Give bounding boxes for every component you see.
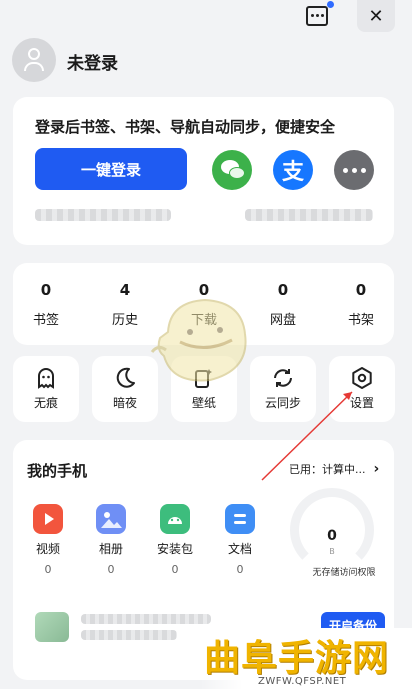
watermark-url: ZWFW.QFSP.NET — [258, 676, 347, 687]
storage-gauge-unit: B — [329, 547, 335, 556]
close-icon: ✕ — [368, 5, 384, 27]
album-icon — [96, 504, 126, 534]
blurred-backup-subtext — [81, 630, 177, 640]
wechat-login-icon[interactable] — [212, 150, 252, 190]
login-card: 登录后书签、书架、导航自动同步，便捷安全 一键登录 支 — [13, 97, 394, 245]
backup-thumbnail — [35, 612, 69, 642]
blurred-backup-text — [81, 614, 211, 624]
storage-gauge-value: 0 — [327, 528, 337, 544]
ghost-icon — [34, 366, 58, 390]
app-album[interactable]: 相册 0 — [86, 504, 136, 576]
blurred-phone-number — [35, 209, 171, 221]
close-button[interactable]: ✕ — [357, 0, 395, 32]
settings-icon — [350, 366, 374, 390]
video-icon — [33, 504, 63, 534]
blurred-agreement-text — [245, 209, 373, 221]
settings-button[interactable]: 设置 — [329, 356, 395, 422]
my-phone-title: 我的手机 — [27, 462, 88, 480]
avatar[interactable] — [12, 38, 56, 82]
storage-used-link[interactable]: 已用：计算中... › — [289, 461, 379, 477]
stat-bookshelf[interactable]: 0 书架 — [331, 281, 391, 328]
login-description: 登录后书签、书架、导航自动同步，便捷安全 — [35, 118, 336, 136]
moon-icon — [113, 366, 137, 390]
chevron-right-icon: › — [373, 461, 380, 477]
app-packages[interactable]: 安装包 0 — [150, 504, 200, 576]
app-video[interactable]: 视频 0 — [23, 504, 73, 576]
sync-icon — [271, 366, 295, 390]
storage-permission-note[interactable]: 无存储访问权限 — [296, 565, 392, 578]
mascot-watermark — [150, 298, 247, 382]
stat-bookmarks[interactable]: 0 书签 — [16, 281, 76, 328]
incognito-button[interactable]: 无痕 — [13, 356, 79, 422]
alipay-login-icon[interactable]: 支 — [273, 150, 313, 190]
night-mode-button[interactable]: 暗夜 — [92, 356, 158, 422]
username-label[interactable]: 未登录 — [67, 49, 118, 74]
package-icon — [160, 504, 190, 534]
unread-dot — [327, 1, 334, 8]
document-icon — [225, 504, 255, 534]
watermark-logo-text: 曲阜手游网 — [204, 638, 390, 679]
messages-icon[interactable] — [304, 1, 334, 28]
stat-history[interactable]: 4 历史 — [95, 281, 155, 328]
alipay-glyph: 支 — [281, 160, 304, 185]
one-click-login-button[interactable]: 一键登录 — [35, 148, 187, 190]
app-documents[interactable]: 文档 0 — [215, 504, 265, 576]
more-login-options-icon[interactable] — [334, 150, 374, 190]
stat-cloud-drive[interactable]: 0 网盘 — [253, 281, 313, 328]
